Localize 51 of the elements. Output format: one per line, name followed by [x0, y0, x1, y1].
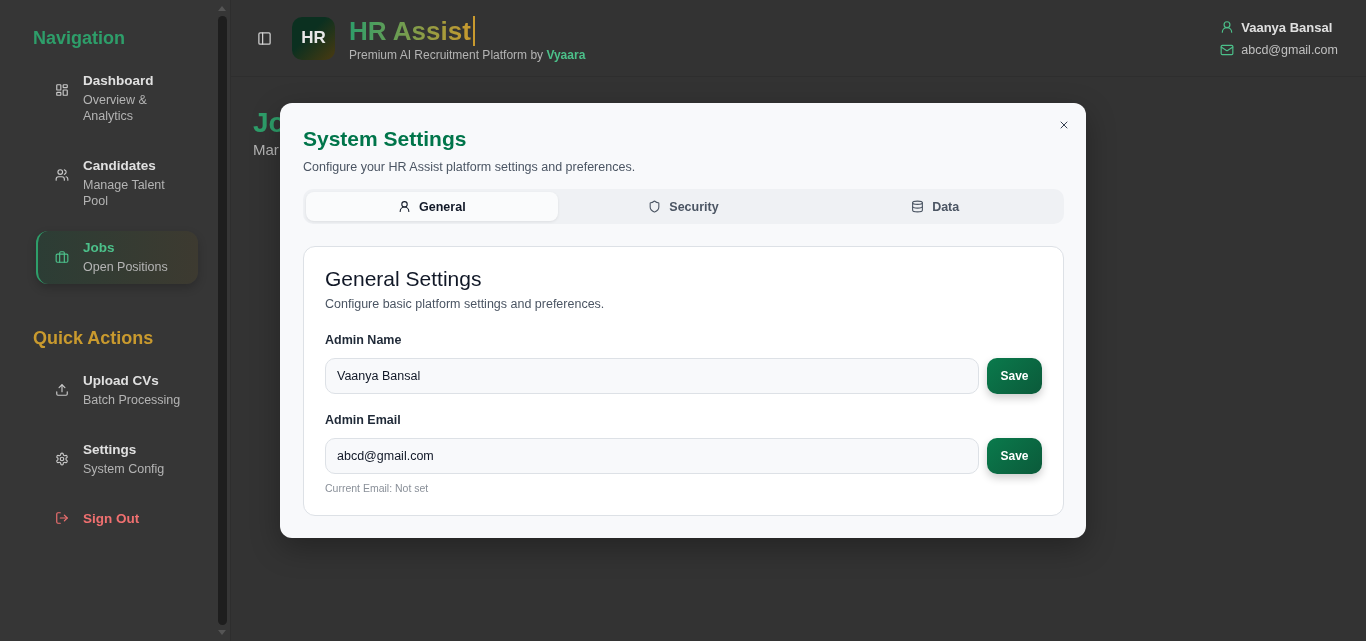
nav-description: Batch Processing: [83, 392, 181, 408]
nav-label: Sign Out: [83, 511, 140, 526]
sidebar-toggle-icon[interactable]: [257, 30, 272, 46]
users-icon: [55, 168, 69, 182]
tab[interactable]: General: [306, 192, 558, 221]
nav-item[interactable]: Dashboard Overview & Analytics: [36, 67, 198, 130]
user-email: abcd@gmail.com: [1241, 42, 1338, 57]
hint-text: Current Email: Not set: [325, 482, 430, 494]
shield-icon: [648, 200, 662, 213]
tab[interactable]: Security: [557, 192, 810, 221]
nav-item[interactable]: Sign Out: [36, 505, 198, 532]
logo: HR: [292, 16, 335, 60]
nav-item[interactable]: Jobs Open Positions: [36, 231, 198, 284]
dialog-subtitle: Configure your HR Assist platform settings and preferences.: [303, 160, 637, 174]
close-icon: [1058, 119, 1070, 131]
tagline: Premium AI Recruitment Platform by Vyaara: [349, 47, 586, 62]
logout-icon: [55, 511, 69, 525]
section-heading: Navigation: [33, 28, 126, 49]
nav-description: Overview & Analytics: [83, 92, 148, 124]
database-icon: [911, 200, 925, 213]
nav-label: Candidates: [83, 158, 157, 173]
nav-description: Manage Talent Pool: [83, 177, 166, 209]
field-label: Admin Name: [325, 333, 403, 347]
nav-label: Jobs: [83, 240, 116, 255]
tab[interactable]: Data: [809, 192, 1061, 221]
input-field[interactable]: Vaanya Bansal: [325, 358, 979, 394]
nav-label: Dashboard: [83, 73, 155, 88]
briefcase-icon: [55, 250, 69, 264]
nav-label: Upload CVs: [83, 373, 160, 388]
nav-item[interactable]: Settings System Config: [36, 436, 198, 483]
nav-description: System Config: [83, 461, 165, 477]
nav-description: Open Positions: [83, 259, 168, 275]
text-cursor: [472, 15, 475, 46]
card-description: Configure basic platform settings and preferences.: [325, 297, 606, 311]
user-icon: [398, 200, 412, 213]
field-label: Admin Email: [325, 413, 402, 427]
dialog-title: System Settings: [303, 127, 468, 151]
grid-icon: [55, 83, 69, 97]
nav-item[interactable]: Candidates Manage Talent Pool: [36, 152, 198, 215]
save-button[interactable]: Save: [987, 358, 1042, 394]
user-icon: [1220, 20, 1235, 34]
card-title: General Settings: [325, 267, 483, 291]
user-name: Vaanya Bansal: [1241, 19, 1333, 35]
section-heading: Quick Actions: [33, 328, 155, 349]
nav-item[interactable]: Upload CVs Batch Processing: [36, 367, 198, 414]
upload-icon: [55, 383, 69, 397]
mail-icon: [1220, 42, 1235, 57]
nav-label: Settings: [83, 442, 138, 457]
save-button[interactable]: Save: [987, 438, 1042, 474]
settings-icon: [55, 452, 69, 466]
input-field[interactable]: abcd@gmail.com: [325, 438, 979, 474]
